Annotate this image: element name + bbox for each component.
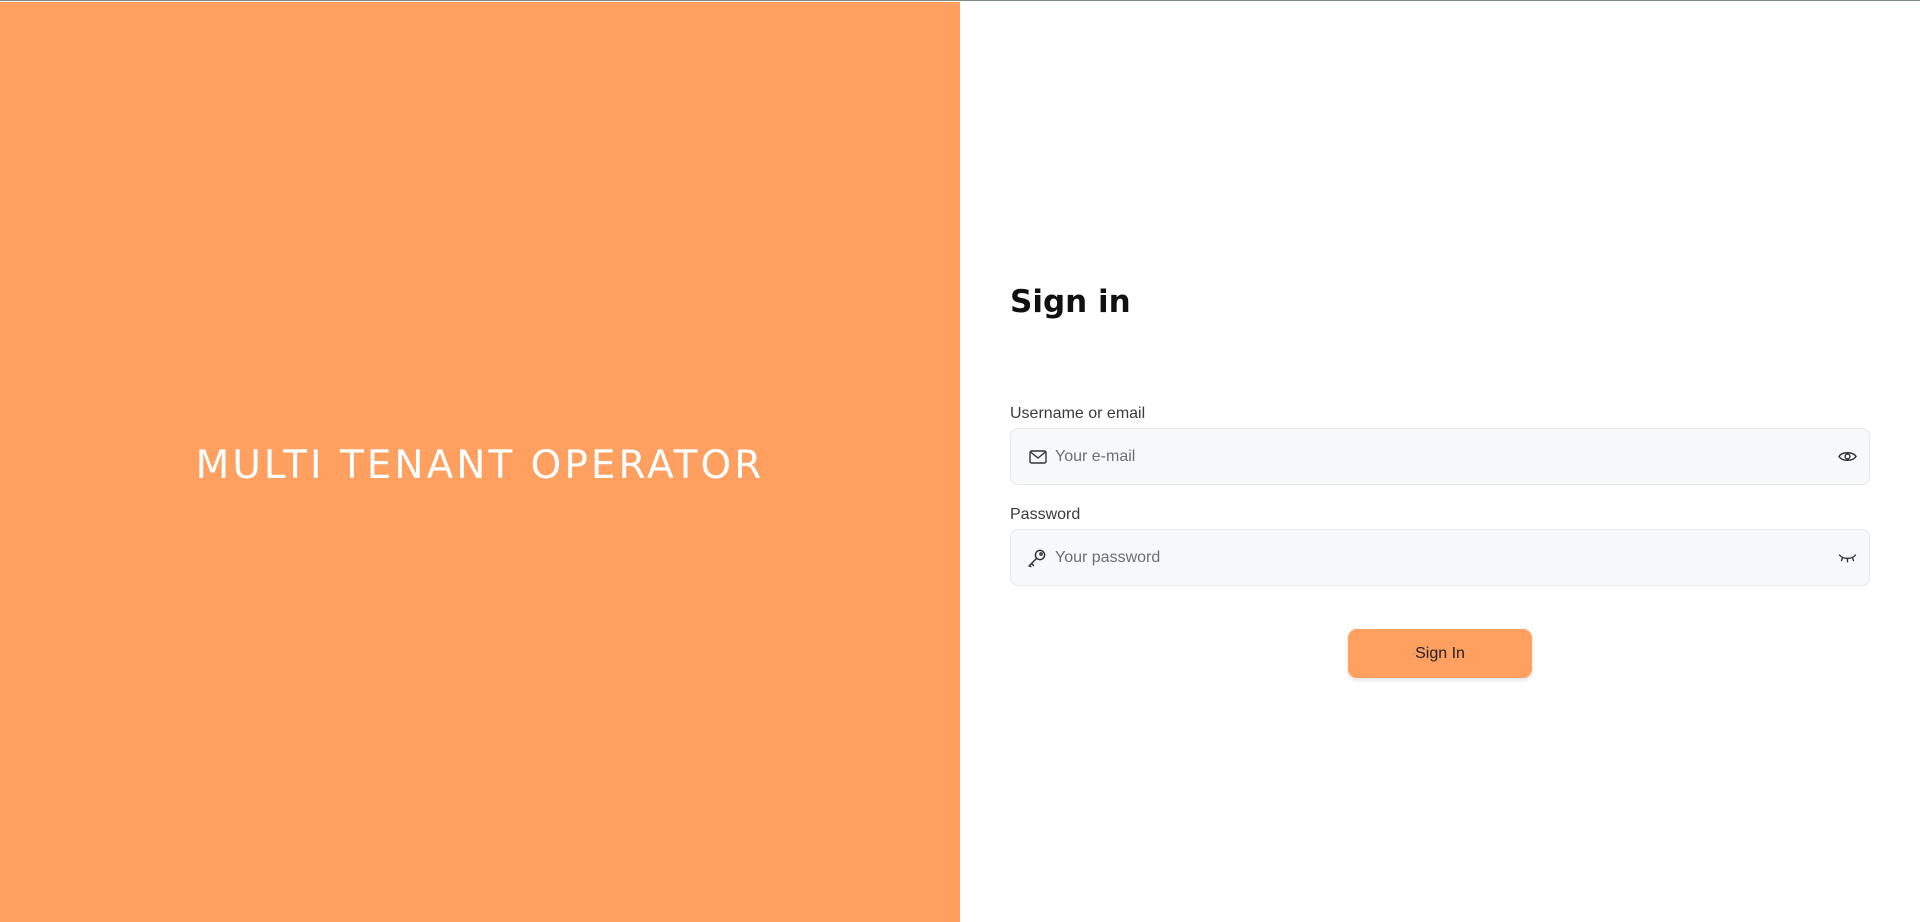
key-icon bbox=[1011, 530, 1049, 585]
signin-panel: Sign in Username or email Password bbox=[960, 2, 1920, 922]
brand-title: MULTI TENANT OPERATOR bbox=[195, 443, 765, 488]
eye-closed-icon[interactable] bbox=[1825, 530, 1869, 585]
sign-in-button[interactable]: Sign In bbox=[1348, 629, 1532, 678]
brand-panel: MULTI TENANT OPERATOR bbox=[0, 2, 960, 922]
username-field bbox=[1010, 428, 1870, 485]
username-label: Username or email bbox=[1010, 405, 1146, 422]
mail-icon bbox=[1011, 429, 1049, 484]
eye-icon[interactable] bbox=[1825, 429, 1869, 484]
page-title: Sign in bbox=[1010, 284, 1131, 320]
login-page: MULTI TENANT OPERATOR Sign in Username o… bbox=[0, 0, 1920, 922]
password-field bbox=[1010, 529, 1870, 586]
password-input[interactable] bbox=[1049, 530, 1825, 585]
username-input[interactable] bbox=[1049, 429, 1825, 484]
password-label: Password bbox=[1010, 506, 1081, 523]
